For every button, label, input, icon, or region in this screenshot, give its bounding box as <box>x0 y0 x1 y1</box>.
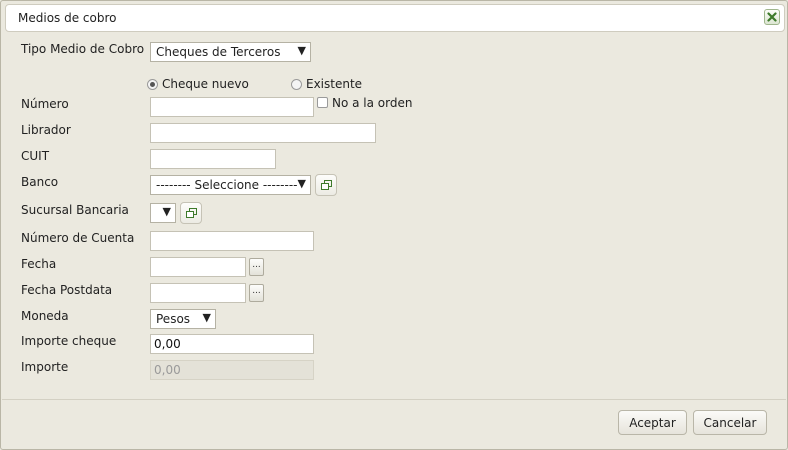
cuit-input[interactable] <box>150 149 276 169</box>
fecha-input[interactable] <box>150 257 246 277</box>
banco-label: Banco <box>21 175 59 189</box>
banco-select[interactable]: -------- Seleccione -------- ▼ <box>150 175 311 195</box>
numero-cuenta-input[interactable] <box>150 231 314 251</box>
importe-cheque-input[interactable] <box>150 334 314 354</box>
sucursal-label: Sucursal Bancaria <box>21 203 129 217</box>
moneda-label: Moneda <box>21 309 69 323</box>
importe-cheque-label: Importe cheque <box>21 334 117 348</box>
librador-input[interactable] <box>150 123 376 143</box>
chevron-down-icon: ▼ <box>297 44 306 57</box>
close-button[interactable] <box>764 9 780 25</box>
sucursal-select[interactable]: ▼ <box>150 203 176 223</box>
footer-divider <box>2 399 786 400</box>
tipo-medio-value: Cheques de Terceros <box>156 45 281 59</box>
new-window-icon <box>186 208 197 218</box>
moneda-value: Pesos <box>156 312 191 326</box>
tipo-medio-select[interactable]: Cheques de Terceros ▼ <box>150 42 311 62</box>
dialog-titlebar: Medios de cobro <box>5 4 785 32</box>
importe-label: Importe <box>21 360 69 374</box>
existente-radio[interactable] <box>291 79 302 90</box>
cheque-nuevo-label: Cheque nuevo <box>162 77 249 91</box>
chevron-down-icon: ▼ <box>297 177 306 190</box>
dialog: Medios de cobro Tipo Medio de Cobro Cheq… <box>0 0 788 450</box>
chevron-down-icon: ▼ <box>162 205 171 218</box>
fecha-postdata-label: Fecha Postdata <box>21 283 113 297</box>
new-window-icon <box>321 180 332 190</box>
tipo-medio-label: Tipo Medio de Cobro <box>21 42 145 56</box>
fecha-postdata-input[interactable] <box>150 283 246 303</box>
numero-label: Número <box>21 97 69 111</box>
chevron-down-icon: ▼ <box>202 311 211 324</box>
cancelar-button[interactable]: Cancelar <box>693 410 767 435</box>
moneda-select[interactable]: Pesos ▼ <box>150 309 216 329</box>
cheque-nuevo-radio[interactable] <box>147 79 158 90</box>
close-icon <box>767 12 777 22</box>
banco-new-window-button[interactable] <box>315 174 337 196</box>
no-a-la-orden-label: No a la orden <box>332 96 413 110</box>
dialog-title: Medios de cobro <box>18 11 117 25</box>
librador-label: Librador <box>21 123 71 137</box>
cuit-label: CUIT <box>21 149 50 163</box>
no-a-la-orden-checkbox[interactable] <box>317 97 328 108</box>
fecha-label: Fecha <box>21 257 57 271</box>
importe-input <box>150 360 314 380</box>
existente-label: Existente <box>306 77 363 91</box>
sucursal-new-window-button[interactable] <box>180 202 202 224</box>
fecha-picker-button[interactable]: ... <box>249 258 264 276</box>
banco-value: -------- Seleccione -------- <box>156 178 298 192</box>
aceptar-button[interactable]: Aceptar <box>618 410 687 435</box>
numero-input[interactable] <box>150 97 314 117</box>
numero-cuenta-label: Número de Cuenta <box>21 231 135 245</box>
fecha-postdata-picker-button[interactable]: ... <box>249 284 264 302</box>
